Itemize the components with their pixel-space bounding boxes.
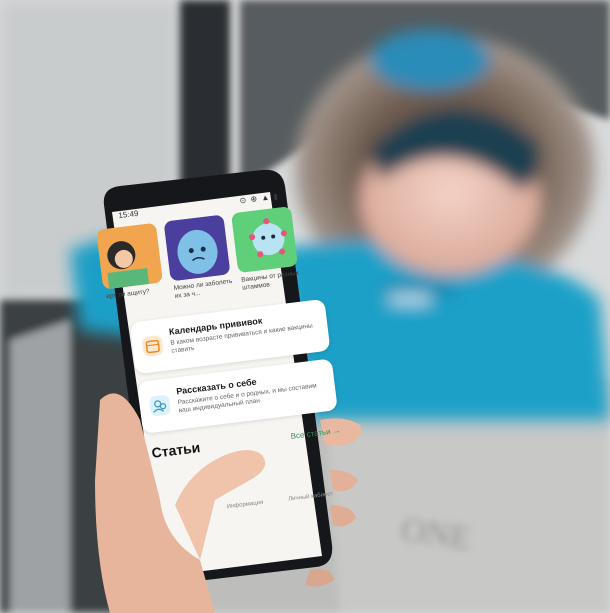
story-caption-3: Вакцины от разных штаммов [240, 269, 300, 292]
nav-info-tab[interactable]: Информация [226, 500, 263, 510]
app-screen: 15:49 ⊙ ⊕ ▲ ▮ ерт ли ащиту? Можно ли заб… [96, 186, 363, 559]
bottom-navigation: Информация Личный кабинет [149, 484, 361, 539]
stories-carousel[interactable]: ерт ли ащиту? Можно ли заболеть их за ч.… [96, 202, 333, 315]
status-time: 15:49 [117, 208, 139, 221]
story-illustration-virus-drop-icon [163, 214, 231, 282]
calendar-icon [141, 334, 164, 358]
story-tile-1[interactable] [96, 222, 163, 290]
all-articles-link[interactable]: Все статьи → [290, 426, 341, 441]
people-icon [148, 394, 172, 417]
story-tile-2[interactable] [163, 214, 231, 282]
story-illustration-woman-icon [96, 222, 163, 290]
story-illustration-virus-icon [231, 206, 298, 274]
story-tile-3[interactable] [231, 206, 298, 274]
articles-heading: Статьи [150, 439, 202, 461]
nav-profile-tab[interactable]: Личный кабинет [288, 491, 334, 502]
story-caption-2: Можно ли заболеть их за ч... [173, 277, 233, 300]
